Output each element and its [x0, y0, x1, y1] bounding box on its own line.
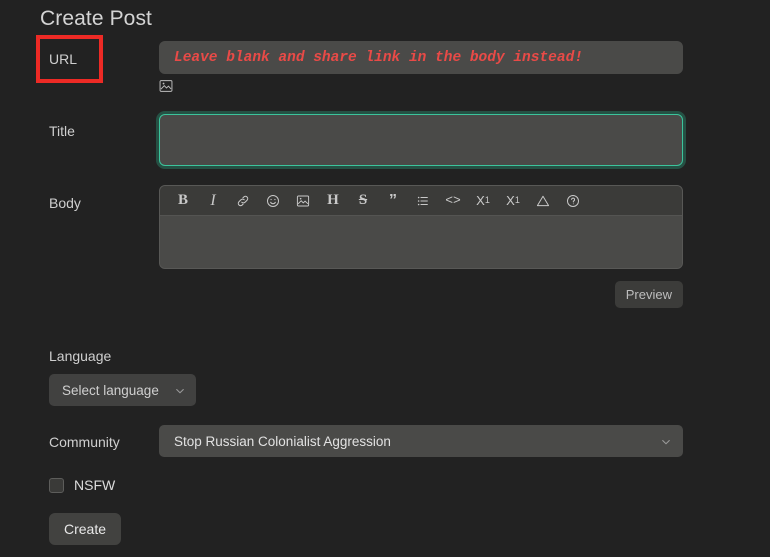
spoiler-icon[interactable] [528, 188, 558, 214]
superscript-index: 1 [514, 195, 520, 205]
list-icon[interactable] [408, 188, 438, 214]
subscript-index: 1 [484, 195, 490, 205]
chevron-down-icon [660, 436, 672, 448]
url-label: URL [49, 51, 78, 67]
markdown-editor: B I H S ” <> X 1 X 1 [159, 185, 683, 269]
superscript-base: X [506, 193, 515, 208]
image-icon[interactable] [159, 79, 173, 93]
community-label: Community [49, 434, 120, 450]
code-icon[interactable]: <> [438, 188, 468, 214]
subscript-base: X [476, 193, 485, 208]
nsfw-row: NSFW [49, 477, 115, 493]
nsfw-label[interactable]: NSFW [74, 477, 115, 493]
create-post-page: Create Post URL Title Body B I [0, 0, 770, 557]
strikethrough-icon[interactable]: S [348, 188, 378, 214]
bold-icon[interactable]: B [168, 188, 198, 214]
header-icon[interactable]: H [318, 188, 348, 214]
create-button[interactable]: Create [49, 513, 122, 545]
superscript-icon[interactable]: X1 [498, 188, 528, 214]
body-textarea[interactable] [160, 216, 682, 268]
nsfw-checkbox[interactable] [49, 477, 64, 493]
community-select[interactable]: Stop Russian Colonialist Aggression [159, 425, 683, 457]
emoji-icon[interactable] [258, 188, 288, 214]
language-select[interactable]: Select language [49, 374, 196, 406]
chevron-down-icon [174, 385, 186, 397]
language-selected-value: Select language [62, 382, 159, 398]
image-icon[interactable] [288, 188, 318, 214]
preview-button[interactable]: Preview [614, 281, 683, 308]
link-icon[interactable] [228, 188, 258, 214]
title-label: Title [49, 123, 75, 139]
help-icon[interactable] [558, 188, 588, 214]
quote-icon[interactable]: ” [378, 188, 408, 214]
community-selected-value: Stop Russian Colonialist Aggression [174, 433, 391, 449]
body-label: Body [49, 195, 81, 211]
url-input[interactable] [159, 41, 683, 74]
italic-icon[interactable]: I [198, 188, 228, 214]
language-label: Language [49, 348, 112, 364]
markdown-toolbar: B I H S ” <> X 1 X 1 [160, 186, 682, 216]
subscript-icon[interactable]: X1 [468, 188, 498, 214]
title-input[interactable] [159, 114, 683, 166]
page-title: Create Post [40, 7, 152, 30]
